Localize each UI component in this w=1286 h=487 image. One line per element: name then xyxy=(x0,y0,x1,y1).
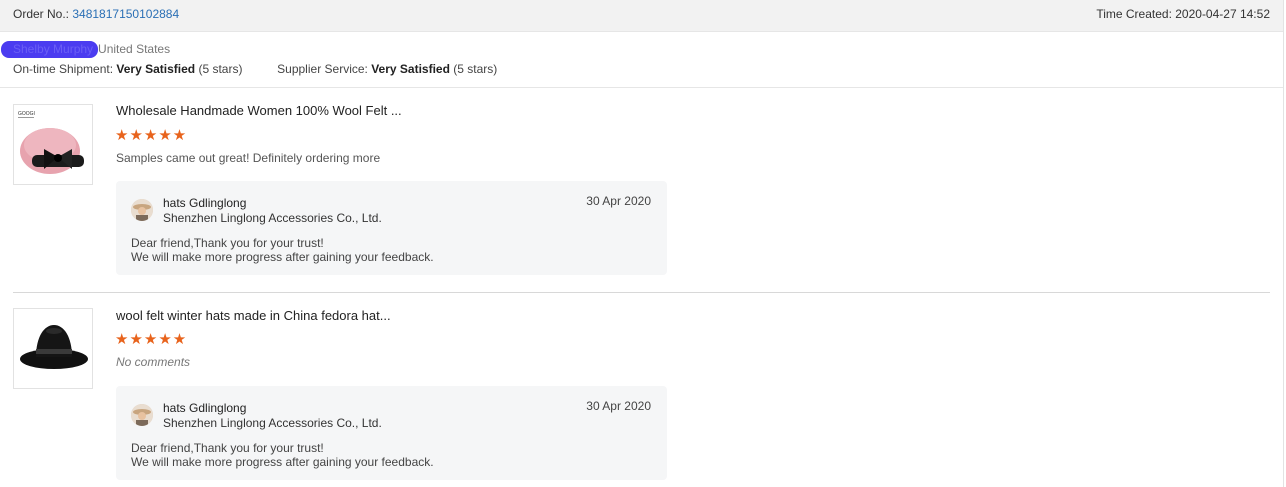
shipment-label: On-time Shipment: xyxy=(13,62,114,76)
reply-line: We will make more progress after gaining… xyxy=(131,250,434,264)
seller-avatar xyxy=(131,199,153,221)
order-number: Order No.: 3481817150102884 xyxy=(13,7,179,21)
order-label: Order No.: xyxy=(13,7,70,21)
reply-line: We will make more progress after gaining… xyxy=(131,455,434,469)
seller-company: Shenzhen Linglong Accessories Co., Ltd. xyxy=(163,416,382,430)
buyer-info: Shelby Murphy United States xyxy=(1,41,171,58)
svg-text:GOOGI: GOOGI xyxy=(18,111,35,117)
service-value: Very Satisfied xyxy=(371,62,450,76)
reply-date: 30 Apr 2020 xyxy=(586,399,651,413)
product-thumbnail[interactable] xyxy=(13,308,93,389)
seller-company: Shenzhen Linglong Accessories Co., Ltd. xyxy=(163,211,382,225)
seller-avatar xyxy=(131,404,153,426)
seller-reply: hats Gdlinglong Shenzhen Linglong Access… xyxy=(116,386,667,480)
seller-name: hats Gdlinglong xyxy=(163,196,247,210)
seller-name: hats Gdlinglong xyxy=(163,401,247,415)
product-thumbnail[interactable]: GOOGI xyxy=(13,104,93,185)
buyer-comment: Samples came out great! Definitely order… xyxy=(116,151,381,165)
reply-line: Dear friend,Thank you for your trust! xyxy=(131,441,324,455)
service-stars: (5 stars) xyxy=(453,62,498,76)
reply-text: Dear friend,Thank you for your trust! We… xyxy=(131,441,434,469)
rating-stars: ★★★★★ xyxy=(115,331,188,348)
order-header: Order No.: 3481817150102884 Time Created… xyxy=(0,0,1283,32)
product-title[interactable]: Wholesale Handmade Women 100% Wool Felt … xyxy=(116,103,402,118)
pink-hat-image: GOOGI xyxy=(18,111,84,174)
time-created: Time Created: 2020-04-27 14:52 xyxy=(1096,7,1270,21)
seller-reply: hats Gdlinglong Shenzhen Linglong Access… xyxy=(116,181,667,275)
buyer-country: United States xyxy=(98,42,171,56)
shipment-stars: (5 stars) xyxy=(198,62,243,76)
rating-stars: ★★★★★ xyxy=(115,127,188,144)
divider xyxy=(0,87,1283,88)
buyer-comment: No comments xyxy=(116,355,191,369)
black-fedora-image xyxy=(20,325,88,369)
buyer-name: Shelby Murphy xyxy=(1,41,99,58)
avatar-image xyxy=(131,404,153,426)
reply-line: Dear friend,Thank you for your trust! xyxy=(131,236,324,250)
supplier-ratings: On-time Shipment: Very Satisfied (5 star… xyxy=(13,62,497,76)
reply-date: 30 Apr 2020 xyxy=(586,194,651,208)
avatar-image xyxy=(131,199,153,221)
service-label: Supplier Service: xyxy=(277,62,368,76)
order-number-link[interactable]: 3481817150102884 xyxy=(72,7,179,21)
shipment-value: Very Satisfied xyxy=(116,62,196,76)
reply-text: Dear friend,Thank you for your trust! We… xyxy=(131,236,434,264)
product-title[interactable]: wool felt winter hats made in China fedo… xyxy=(116,308,391,323)
item-divider xyxy=(13,292,1270,293)
